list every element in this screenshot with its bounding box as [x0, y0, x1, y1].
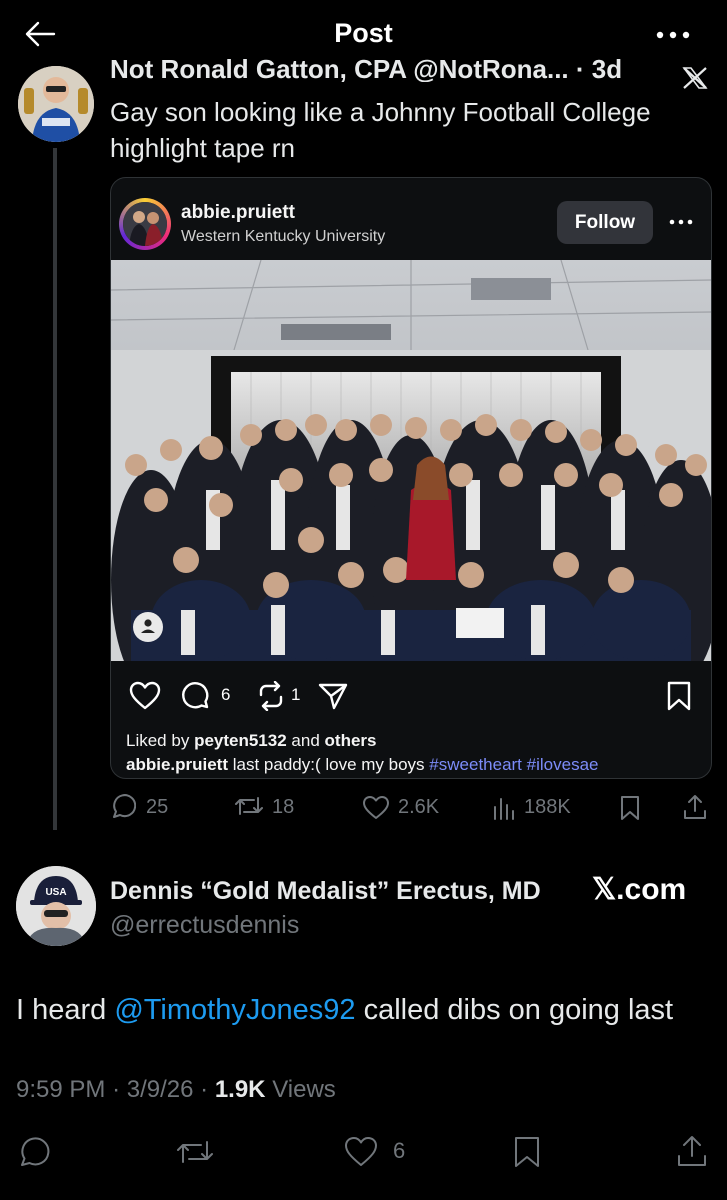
mention-link[interactable]: @TimothyJones92 [114, 994, 355, 1026]
ig-caption: abbie.pruiett last paddy:( love my boys … [126, 755, 598, 775]
quoted-text: Gay son looking like a Johnny Football C… [110, 94, 710, 166]
reply-author-name[interactable]: Dennis “Gold Medalist” Erectus, MD [110, 877, 541, 906]
liked-by-user[interactable]: peyten5132 [194, 731, 287, 750]
caption-username[interactable]: abbie.pruiett [126, 755, 228, 774]
reply-text: I heard @TimothyJones92 called dibs on g… [16, 994, 673, 1027]
ig-location[interactable]: Western Kentucky University [181, 228, 385, 246]
post-meta: 9:59 PM · 3/9/26 · 1.9K Views [16, 1076, 336, 1104]
ig-more-button[interactable] [669, 218, 693, 226]
ig-liked-by: Liked by peyten5132 and others [126, 731, 377, 751]
post-time: 9:59 PM [16, 1076, 106, 1103]
heart-icon [363, 796, 389, 819]
meta-separator: · [200, 1076, 209, 1103]
share-icon [684, 795, 706, 819]
x-logo-icon [682, 66, 708, 90]
reply-icon [21, 1137, 50, 1166]
quoted-author-line: Not Ronald Gatton, CPA @NotRona... · 3d [110, 54, 623, 82]
reply-author-avatar[interactable]: USA [16, 866, 96, 946]
ig-comment-button[interactable] [181, 681, 211, 711]
heart-icon [129, 681, 161, 710]
more-options-button[interactable] [655, 28, 691, 42]
reply-count: 25 [146, 796, 169, 818]
share-button[interactable] [682, 793, 708, 821]
ig-post-photo[interactable] [111, 260, 711, 661]
repost-icon [259, 681, 283, 711]
liked-by-and: and [291, 731, 320, 750]
post-date[interactable]: 3/9/26 [127, 1076, 194, 1103]
author-avatar[interactable] [18, 66, 94, 142]
reply-icon [113, 794, 136, 818]
repost-button[interactable] [232, 794, 266, 818]
quoted-text-line2: highlight tape rn [110, 133, 296, 163]
reply-text-after: called dibs on going last [363, 994, 674, 1026]
bottom-share-button[interactable] [676, 1134, 708, 1168]
liked-by-others[interactable]: others [325, 731, 377, 750]
reply-button[interactable] [110, 793, 136, 819]
bar-chart-icon [494, 798, 514, 820]
bookmark-icon [621, 796, 639, 820]
bottom-reply-button[interactable] [18, 1136, 50, 1168]
meta-separator: · [112, 1076, 121, 1103]
paper-plane-icon [318, 683, 348, 710]
thread-line [53, 148, 57, 830]
hashtag-ilovesae[interactable]: #ilovesae [527, 755, 599, 774]
ig-follow-button[interactable]: Follow [557, 201, 653, 244]
more-horizontal-icon [669, 219, 693, 225]
share-icon [678, 1136, 706, 1166]
liked-by-prefix: Liked by [126, 731, 190, 750]
bottom-like-count: 6 [393, 1138, 406, 1163]
bookmark-button[interactable] [620, 795, 640, 821]
like-count: 2.6K [398, 796, 440, 818]
views-count: 188K [524, 796, 571, 818]
reply-author-handle[interactable]: @errectusdennis [110, 911, 299, 940]
comment-bubble-icon [182, 682, 209, 709]
ig-username[interactable]: abbie.pruiett [181, 202, 295, 224]
bottom-repost-button[interactable] [174, 1138, 216, 1166]
ig-repost-count: 1 [291, 685, 301, 704]
post-views-count: 1.9K [214, 1076, 266, 1103]
ig-comment-count: 6 [221, 685, 231, 704]
ig-save-button[interactable] [667, 681, 691, 711]
bookmark-icon [667, 681, 691, 711]
ig-like-button[interactable] [129, 681, 161, 711]
hashtag-sweetheart[interactable]: #sweetheart [429, 755, 522, 774]
repost-count: 18 [272, 796, 295, 818]
more-horizontal-icon [656, 31, 690, 39]
instagram-embed-card[interactable]: abbie.pruiett Western Kentucky Universit… [110, 177, 712, 779]
views-button[interactable] [492, 795, 516, 821]
x-com-watermark: 𝕏.com [592, 873, 687, 906]
ig-avatar[interactable] [119, 198, 171, 250]
bottom-bookmark-button[interactable] [514, 1136, 540, 1168]
repost-icon [177, 1141, 213, 1163]
bottom-like-button[interactable] [344, 1136, 378, 1168]
post-views-label: Views [272, 1076, 336, 1103]
svg-text:USA: USA [45, 887, 66, 898]
repost-icon [235, 797, 263, 815]
like-button[interactable] [362, 795, 390, 821]
bookmark-icon [515, 1137, 539, 1167]
ig-repost-button[interactable] [255, 681, 287, 711]
caption-text: last paddy:( love my boys [232, 755, 425, 774]
page-title: Post [334, 18, 393, 48]
quoted-text-line1: Gay son looking like a Johnny Football C… [110, 97, 651, 127]
heart-icon [345, 1137, 377, 1166]
reply-text-before: I heard [16, 994, 107, 1026]
ig-share-button[interactable] [317, 680, 349, 712]
